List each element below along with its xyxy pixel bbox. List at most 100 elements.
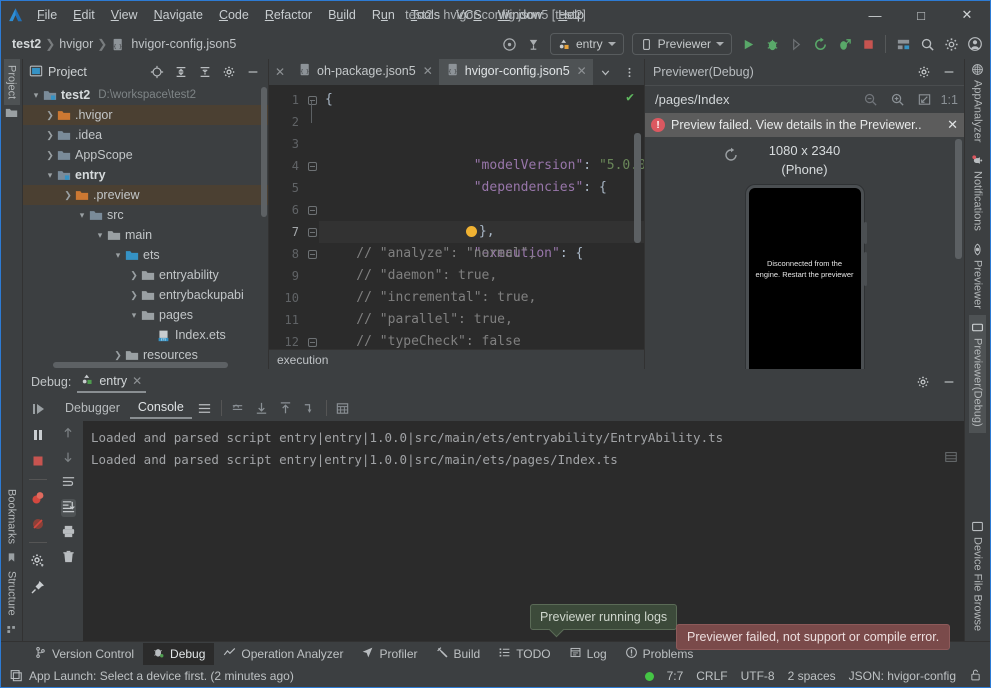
debug-attach-icon[interactable] [833,33,855,55]
chevron-right-icon[interactable]: ❯ [127,290,141,301]
plug-icon[interactable] [523,33,545,55]
zoom-level-label[interactable]: 1:1 [941,93,958,107]
chevron-right-icon[interactable]: ❯ [111,350,125,361]
sidebar-item-previewer[interactable]: Previewer [969,237,986,315]
zoom-in-icon[interactable] [887,89,909,111]
close-icon[interactable]: ✕ [947,117,960,133]
tool-button-operation-analyzer[interactable]: Operation Analyzer [214,643,352,665]
tree-row[interactable]: ▾ main [23,225,268,245]
intention-bulb-icon[interactable] [465,226,477,237]
sidebar-item-notifications[interactable]: Notifications [969,148,986,237]
chevron-down-icon[interactable]: ▾ [43,170,57,181]
tree-horizontal-scrollbar[interactable] [53,362,228,368]
tree-row[interactable]: ❯ .hvigor [23,105,268,125]
caret-position[interactable]: 7:7 [667,669,684,683]
close-all-tabs-icon[interactable]: ✕ [269,59,291,85]
scroll-to-end-icon[interactable] [251,398,273,418]
tab-console[interactable]: Console [129,397,192,419]
file-encoding[interactable]: UTF-8 [741,669,775,683]
settings-gear-icon[interactable] [27,551,49,571]
minimize-icon[interactable]: — [852,1,898,29]
tree-row[interactable]: ❯ AppScope [23,145,268,165]
previewer-scrollbar[interactable] [955,139,962,259]
lock-icon[interactable] [969,668,982,685]
tree-row[interactable]: ❯ entrybackupabi [23,285,268,305]
menu-view[interactable]: View [103,5,146,25]
search-icon[interactable] [916,33,938,55]
previewer-canvas[interactable]: 1080 x 2340 (Phone) Disconnected from th… [645,137,964,369]
fold-marker[interactable] [305,155,319,177]
hide-panel-icon[interactable] [938,371,960,393]
fit-to-window-icon[interactable] [914,89,936,111]
editor-breadcrumb[interactable]: execution [269,349,644,369]
target-icon[interactable] [499,33,521,55]
tree-vertical-scrollbar[interactable] [261,87,267,217]
tab-hvigor-config-json5[interactable]: { } hvigor-config.json5 ✕ [438,59,593,85]
close-session-icon[interactable]: ✕ [132,374,142,388]
close-tab-icon[interactable]: ✕ [423,64,433,78]
gear-icon[interactable] [218,61,240,83]
code-text[interactable]: { "modelVersion": "5.0.0", "dependencies… [319,85,644,349]
menu-build[interactable]: Build [320,5,364,25]
menu-code[interactable]: Code [211,5,257,25]
tree-row[interactable]: ▾ ets [23,245,268,265]
refresh-icon[interactable] [723,147,739,166]
gear-icon[interactable] [912,371,934,393]
scroll-from-source-icon[interactable] [146,61,168,83]
menu-refactor[interactable]: Refactor [257,5,320,25]
chevron-down-icon[interactable]: ▾ [75,210,89,221]
collapse-all-icon[interactable] [194,61,216,83]
run-button[interactable] [737,33,759,55]
fold-marker[interactable] [305,221,319,243]
inspection-ok-icon[interactable]: ✔ [626,90,634,105]
avatar[interactable] [964,33,986,55]
tree-row[interactable]: ▾ entry [23,165,268,185]
soft-wrap-lines-icon[interactable] [61,474,76,492]
mute-breakpoints-icon[interactable] [27,514,49,534]
indent-setting[interactable]: 2 spaces [788,669,836,683]
sidebar-item-structure[interactable]: Structure [4,565,20,622]
next-occurrence-icon[interactable] [299,398,321,418]
scroll-to-start-icon[interactable] [275,398,297,418]
menu-vcs[interactable]: VCS [448,5,490,25]
trash-icon[interactable] [61,549,76,567]
status-message[interactable]: App Launch: Select a device first. (2 mi… [29,669,294,683]
debug-button[interactable] [761,33,783,55]
fold-marker[interactable] [305,331,319,353]
tree-row[interactable]: ▾ src [23,205,268,225]
close-icon[interactable]: ✕ [944,1,990,29]
tab-oh-package-json5[interactable]: { } oh-package.json5 ✕ [291,59,439,85]
view-breakpoints-icon[interactable] [27,488,49,508]
chevron-right-icon[interactable]: ❯ [127,270,141,281]
sidebar-item-previewer-debug[interactable]: Previewer(Debug) [969,315,986,433]
pin-tab-icon[interactable] [27,577,49,597]
chevron-down-icon[interactable] [594,61,616,83]
chevron-down-icon[interactable]: ▾ [93,230,107,241]
line-separator[interactable]: CRLF [696,669,727,683]
structure-icon[interactable] [4,622,19,641]
code-folding-gutter[interactable] [305,85,319,349]
down-arrow-icon[interactable] [61,450,75,467]
menu-tools[interactable]: Tools [403,5,448,25]
tool-button-debug[interactable]: Debug [143,642,215,665]
stop-program-icon[interactable] [27,451,49,471]
tree-row[interactable]: ▾ test2 D:\workspace\test2 [23,85,268,105]
gear-icon[interactable] [913,61,935,83]
menu-file[interactable]: File [29,5,65,25]
menu-edit[interactable]: Edit [65,5,103,25]
expand-all-icon[interactable] [170,61,192,83]
breadcrumb-project[interactable]: test2 [9,37,44,51]
print-icon[interactable] [61,524,76,542]
soft-wrap-icon[interactable] [227,398,249,418]
run-configuration-selector[interactable]: entry [549,33,624,55]
tree-row[interactable]: ❯ .idea [23,125,268,145]
scroll-to-end-toggle-icon[interactable] [60,499,76,517]
chevron-right-icon[interactable]: ❯ [61,190,75,201]
tree-row[interactable]: ❯ .preview [23,185,268,205]
sidebar-item-device-file-browser[interactable]: Device File Browse [969,514,986,637]
fold-marker[interactable] [305,199,319,221]
close-tab-icon[interactable]: ✕ [577,64,587,78]
tool-button-todo[interactable]: TODO [489,643,559,665]
hide-panel-icon[interactable] [938,61,960,83]
project-tree[interactable]: ▾ test2 D:\workspace\test2 ❯ .hvigor ❯ .… [23,85,268,369]
